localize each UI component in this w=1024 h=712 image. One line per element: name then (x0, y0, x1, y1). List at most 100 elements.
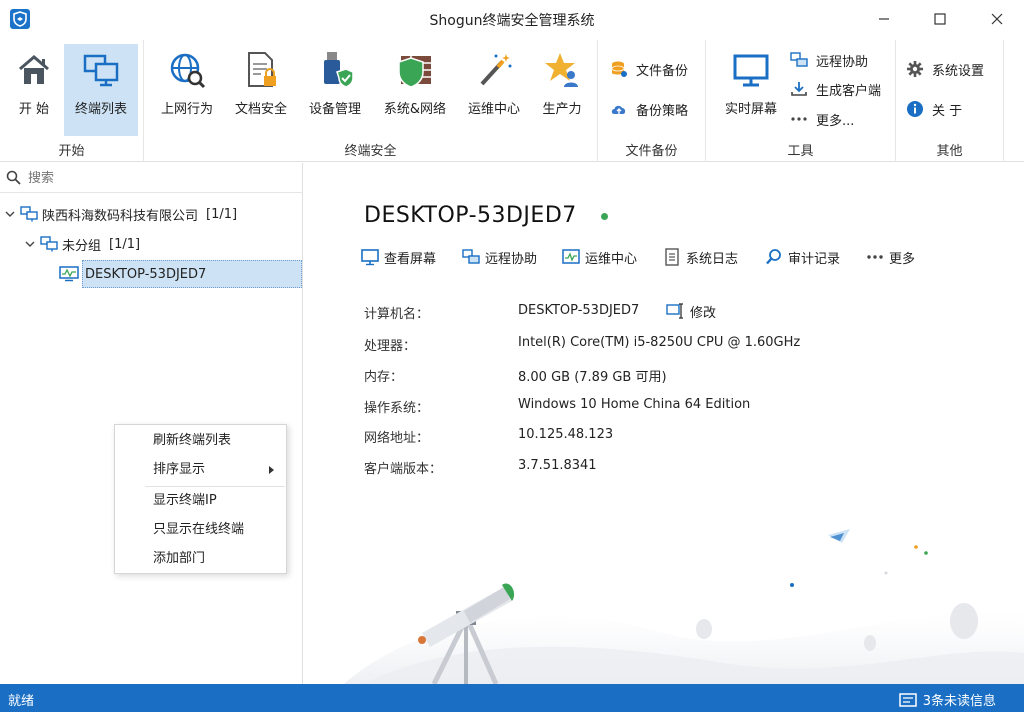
ribbon-group-security: 上网行为 文档安全 设备管理 系统&网络 运维中心 生产力 终端安全 (144, 40, 598, 162)
chevron-down-icon[interactable] (4, 208, 16, 220)
realtime-screen-button[interactable]: 实时屏幕 (714, 44, 788, 136)
device-title: DESKTOP-53DJED7 (364, 203, 577, 228)
tree-node-company[interactable]: 陕西科海数码科技有限公司 [1/1] (4, 200, 237, 228)
group-label-tools: 工具 (787, 144, 814, 159)
minimize-button[interactable] (869, 6, 899, 32)
device-management-button[interactable]: 设备管理 (302, 44, 368, 136)
search-box (0, 163, 302, 193)
maximize-button[interactable] (925, 6, 955, 32)
menu-item-sort[interactable]: 排序显示 (115, 456, 286, 484)
edit-name-button[interactable]: 修改 (666, 301, 716, 321)
file-backup-button[interactable]: 文件备份 (610, 58, 688, 80)
edit-icon (666, 303, 683, 319)
ribbon: 开 始 终端列表 开始 上网行为 文档安全 设备管理 系统&网络 运维中心 生产… (0, 40, 1024, 162)
ribbon-group-start: 开 始 终端列表 开始 (0, 40, 144, 162)
ribbon-group-backup: 文件备份 备份策略 文件备份 (598, 40, 706, 162)
terminal-list-icon (83, 54, 119, 87)
more-dots-icon (791, 117, 807, 121)
database-icon (611, 61, 627, 77)
terminal-list-button[interactable]: 终端列表 (64, 44, 138, 136)
company-name: 陕西科海数码科技有限公司 (42, 208, 199, 224)
magnifier-icon (766, 249, 781, 265)
generate-client-button[interactable]: 生成客户端 (790, 78, 881, 100)
group-name: 未分组 (62, 238, 102, 254)
label-computer-name: 计算机名： (364, 307, 430, 322)
company-count: [1/1] (206, 206, 238, 222)
value-computer-name: DESKTOP-53DJED7 (518, 303, 640, 318)
monitor-icon (361, 249, 379, 266)
value-client-version: 3.7.51.8341 (518, 458, 597, 473)
label-network-address: 网络地址： (364, 431, 430, 446)
label-client-version: 客户端版本： (364, 462, 443, 477)
submenu-arrow-icon (269, 466, 274, 474)
menu-item-refresh[interactable]: 刷新终端列表 (115, 427, 286, 455)
search-icon (6, 170, 21, 185)
label-processor: 处理器： (364, 339, 417, 354)
magic-wand-icon (480, 54, 512, 86)
productivity-button[interactable]: 生产力 (534, 44, 590, 136)
monitor-icon (733, 54, 769, 87)
ops-center-action[interactable]: 运维中心 (562, 245, 637, 269)
document-security-button[interactable]: 文档安全 (228, 44, 294, 136)
more-actions-button[interactable]: 更多 (866, 245, 915, 269)
status-bar: 就绪 3条未读信息 (0, 684, 1024, 712)
view-screen-button[interactable]: 查看屏幕 (361, 245, 436, 269)
online-status-dot (601, 213, 608, 220)
home-button[interactable]: 开 始 (6, 44, 62, 136)
system-log-action[interactable]: 系统日志 (663, 245, 738, 269)
about-button[interactable]: 关 于 (906, 98, 962, 120)
menu-item-online-only[interactable]: 只显示在线终端 (115, 516, 286, 544)
label-os: 操作系统： (364, 401, 430, 416)
backup-policy-button[interactable]: 备份策略 (610, 98, 688, 120)
menu-item-show-ip[interactable]: 显示终端IP (115, 487, 286, 515)
usb-shield-icon (324, 52, 354, 88)
value-processor: Intel(R) Core(TM) i5-8250U CPU @ 1.60GHz (518, 335, 801, 350)
value-memory: 8.00 GB (7.89 GB 可用) (518, 370, 667, 385)
tree-node-group[interactable]: 未分组 [1/1] (24, 230, 140, 258)
remote-desktop-icon (790, 52, 808, 67)
ribbon-group-other: 系统设置 关 于 其他 (896, 40, 1004, 162)
firewall-shield-icon (398, 56, 431, 88)
title-bar: Shogun终端安全管理系统 (0, 0, 1024, 40)
value-network-address: 10.125.48.123 (518, 427, 614, 442)
star-person-icon (545, 53, 578, 87)
audit-record-action[interactable]: 审计记录 (765, 245, 840, 269)
group-label-other: 其他 (936, 144, 963, 159)
remote-desktop-icon (462, 249, 480, 264)
status-text: 就绪 (8, 694, 35, 709)
gear-icon (907, 61, 923, 77)
context-menu: 刷新终端列表 排序显示 显示终端IP 只显示在线终端 添加部门 (114, 424, 287, 574)
group-label-security: 终端安全 (344, 144, 397, 159)
close-button[interactable] (982, 6, 1012, 32)
tree-node-device[interactable]: DESKTOP-53DJED7 (59, 260, 302, 288)
more-tools-button[interactable]: 更多... (790, 108, 854, 130)
log-document-icon (665, 248, 679, 266)
document-lock-icon (248, 52, 276, 87)
info-icon (907, 101, 923, 117)
download-icon (791, 82, 807, 96)
value-os: Windows 10 Home China 64 Edition (518, 397, 751, 412)
unread-messages-button[interactable]: 3条未读信息 (898, 690, 996, 709)
globe-search-icon (170, 53, 206, 89)
system-network-button[interactable]: 系统&网络 (378, 44, 452, 136)
ribbon-group-tools: 实时屏幕 远程协助 生成客户端 更多... 工具 (706, 40, 896, 162)
remote-assist-button[interactable]: 远程协助 (790, 49, 868, 71)
menu-item-add-department[interactable]: 添加部门 (115, 545, 286, 573)
ops-center-button[interactable]: 运维中心 (460, 44, 528, 136)
network-group-icon (40, 236, 58, 252)
search-input[interactable] (28, 167, 288, 189)
telescope-illustration (344, 529, 1024, 684)
network-group-icon (20, 206, 38, 222)
label-memory: 内存： (364, 370, 404, 385)
pulse-window-icon (562, 249, 580, 264)
remote-assist-action[interactable]: 远程协助 (462, 245, 537, 269)
more-dots-icon (867, 255, 883, 259)
group-label-backup: 文件备份 (625, 144, 678, 159)
internet-behavior-button[interactable]: 上网行为 (154, 44, 220, 136)
home-icon (19, 55, 49, 84)
device-detail-panel: DESKTOP-53DJED7 查看屏幕 远程协助 运维中心 系统日志 审计记录… (304, 163, 1024, 684)
cloud-upload-icon (611, 105, 626, 114)
system-settings-button[interactable]: 系统设置 (906, 58, 984, 80)
chevron-down-icon[interactable] (24, 238, 36, 250)
device-name: DESKTOP-53DJED7 (85, 266, 207, 282)
